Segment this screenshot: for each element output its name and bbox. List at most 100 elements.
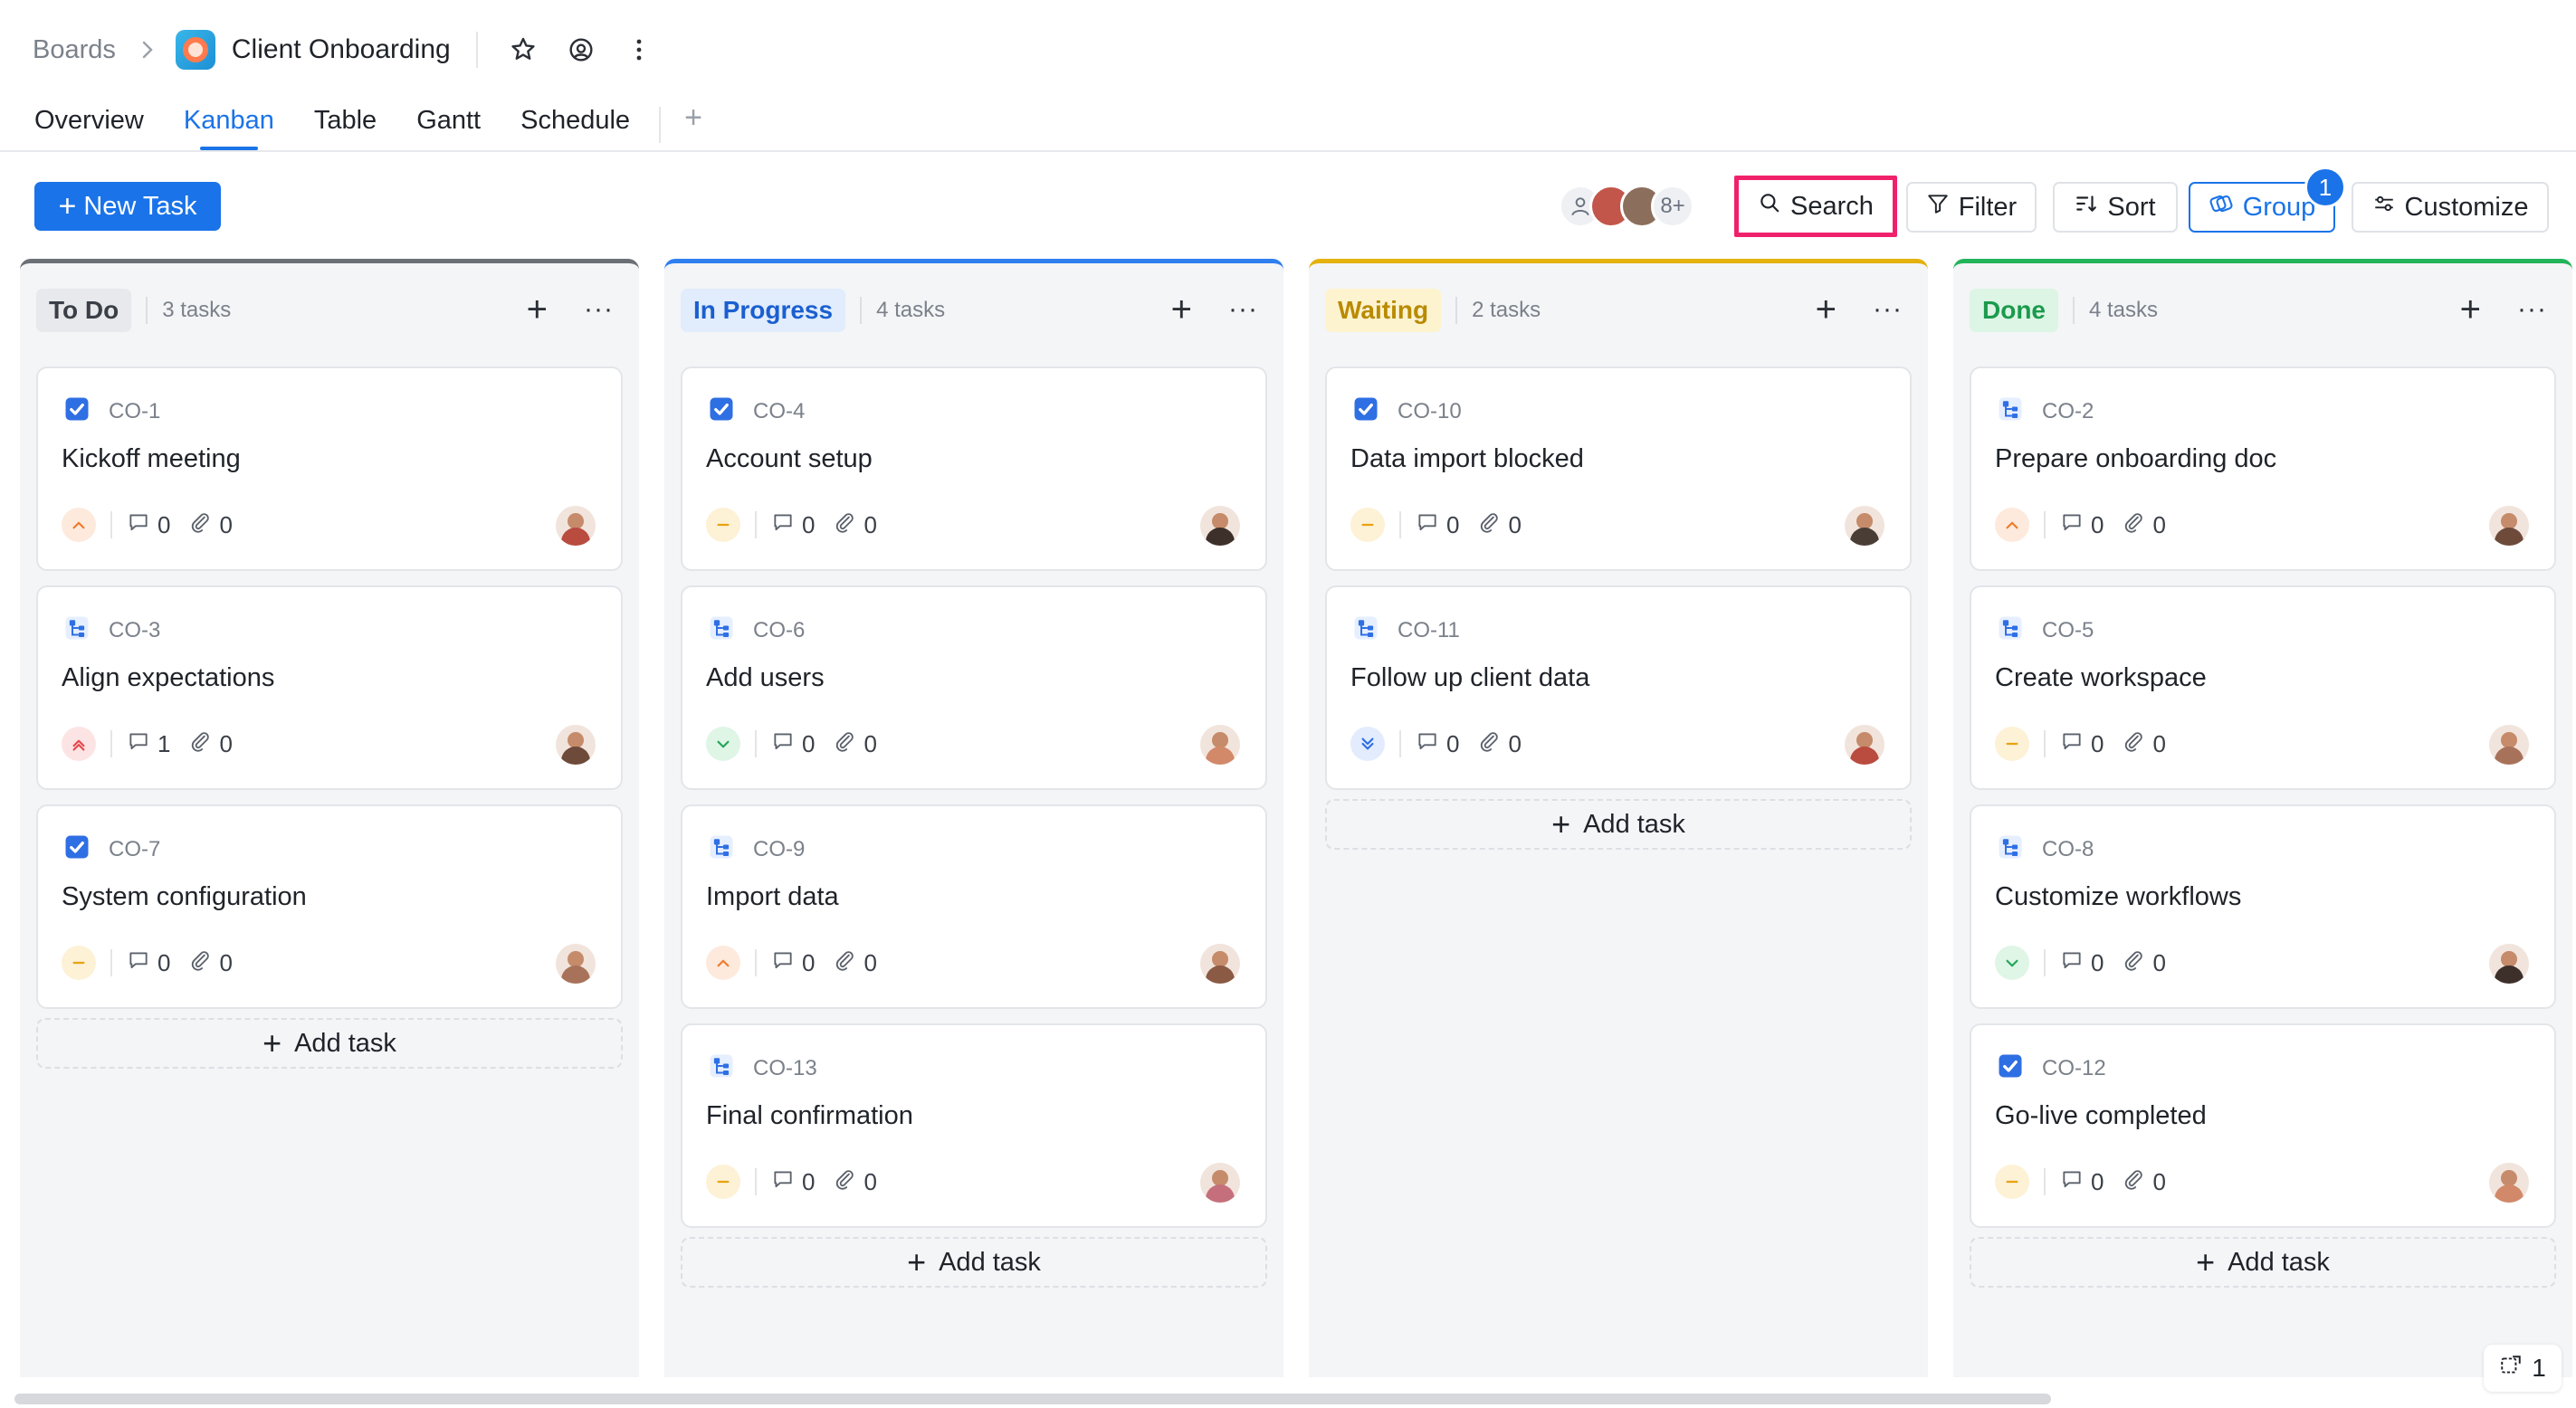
comments-count[interactable]: 0 — [2060, 948, 2104, 978]
tab-gantt[interactable]: Gantt — [416, 100, 481, 150]
more-horizontal-icon[interactable]: ··· — [584, 296, 614, 323]
attachments-count[interactable]: 0 — [833, 729, 877, 759]
attachments-count[interactable]: 0 — [2122, 1167, 2166, 1197]
column-status-label[interactable]: To Do — [36, 289, 132, 332]
comments-count[interactable]: 0 — [1416, 510, 1459, 540]
sort-button[interactable]: Sort — [2053, 182, 2178, 233]
attachments-count[interactable]: 0 — [833, 1167, 877, 1197]
add-card-icon[interactable]: + — [2460, 291, 2481, 328]
add-view-icon[interactable]: + — [684, 100, 702, 136]
comments-count[interactable]: 0 — [1416, 729, 1459, 759]
breadcrumb-boards[interactable]: Boards — [33, 35, 116, 65]
new-task-button[interactable]: + New Task — [34, 182, 221, 231]
column-status-label[interactable]: Waiting — [1325, 289, 1442, 332]
avatar[interactable] — [1200, 506, 1240, 546]
attachments-count[interactable]: 0 — [188, 729, 233, 759]
star-icon[interactable] — [505, 32, 541, 68]
priority-medium-icon[interactable] — [706, 508, 740, 542]
add-task-button[interactable]: + Add task — [1970, 1237, 2556, 1288]
add-task-button[interactable]: + Add task — [1325, 799, 1912, 850]
priority-high-icon[interactable] — [62, 508, 96, 542]
task-card[interactable]: CO-4 Account setup 0 0 — [681, 366, 1267, 571]
comments-count[interactable]: 0 — [2060, 729, 2104, 759]
avatar-body — [1206, 528, 1235, 546]
priority-medium-icon[interactable] — [706, 1165, 740, 1199]
add-card-icon[interactable]: + — [527, 291, 548, 328]
column-status-label[interactable]: Done — [1970, 289, 2058, 332]
task-card[interactable]: CO-9 Import data 0 0 — [681, 804, 1267, 1009]
attachments-count[interactable]: 0 — [2122, 510, 2166, 540]
priority-high-icon[interactable] — [1995, 508, 2029, 542]
add-card-icon[interactable]: + — [1816, 291, 1837, 328]
priority-low-icon[interactable] — [706, 727, 740, 761]
avatar[interactable] — [2489, 944, 2529, 984]
customize-button[interactable]: Customize — [2352, 182, 2549, 233]
comments-count[interactable]: 0 — [771, 729, 815, 759]
task-card[interactable]: CO-6 Add users 0 0 — [681, 585, 1267, 790]
member-avatars[interactable]: 8+ — [1559, 185, 1694, 230]
comments-count[interactable]: 0 — [2060, 510, 2104, 540]
task-card[interactable]: CO-5 Create workspace 0 0 — [1970, 585, 2556, 790]
attachments-count[interactable]: 0 — [833, 948, 877, 978]
add-task-button[interactable]: + Add task — [36, 1018, 623, 1069]
selection-indicator[interactable]: 1 — [2484, 1345, 2562, 1392]
task-card[interactable]: CO-1 Kickoff meeting 0 0 — [36, 366, 623, 571]
attachments-count[interactable]: 0 — [2122, 948, 2166, 978]
avatar[interactable] — [1845, 506, 1884, 546]
add-card-icon[interactable]: + — [1171, 291, 1192, 328]
search-button[interactable]: Search — [1734, 176, 1897, 237]
priority-low-icon[interactable] — [1995, 946, 2029, 980]
task-card[interactable]: CO-2 Prepare onboarding doc 0 0 — [1970, 366, 2556, 571]
tab-table[interactable]: Table — [314, 100, 377, 150]
comments-count[interactable]: 0 — [771, 948, 815, 978]
more-horizontal-icon[interactable]: ··· — [2517, 296, 2547, 323]
avatar[interactable] — [1845, 725, 1884, 765]
attachments-count[interactable]: 0 — [1477, 510, 1522, 540]
comments-count[interactable]: 0 — [771, 510, 815, 540]
tab-schedule[interactable]: Schedule — [520, 100, 630, 150]
task-card[interactable]: CO-11 Follow up client data 0 0 — [1325, 585, 1912, 790]
avatar[interactable] — [556, 725, 596, 765]
filter-button[interactable]: Filter — [1906, 182, 2037, 233]
task-card[interactable]: CO-8 Customize workflows 0 0 — [1970, 804, 2556, 1009]
priority-medium-icon[interactable] — [1995, 727, 2029, 761]
tab-kanban[interactable]: Kanban — [184, 100, 274, 150]
task-card[interactable]: CO-10 Data import blocked 0 0 — [1325, 366, 1912, 571]
avatar[interactable] — [2489, 506, 2529, 546]
watch-icon[interactable] — [563, 32, 599, 68]
tab-overview[interactable]: Overview — [34, 100, 144, 150]
column-status-label[interactable]: In Progress — [681, 289, 846, 332]
comments-count[interactable]: 0 — [2060, 1167, 2104, 1197]
comments-count[interactable]: 1 — [127, 729, 170, 759]
task-card[interactable]: CO-7 System configuration 0 0 — [36, 804, 623, 1009]
attachments-count[interactable]: 0 — [188, 948, 233, 978]
priority-medium-icon[interactable] — [62, 946, 96, 980]
task-card[interactable]: CO-13 Final confirmation 0 0 — [681, 1023, 1267, 1228]
priority-lowest-icon[interactable] — [1350, 727, 1385, 761]
attachments-count[interactable]: 0 — [188, 510, 233, 540]
add-task-button[interactable]: + Add task — [681, 1237, 1267, 1288]
avatar[interactable] — [1200, 725, 1240, 765]
comments-count[interactable]: 0 — [127, 510, 170, 540]
more-horizontal-icon[interactable]: ··· — [1228, 296, 1258, 323]
attachments-count[interactable]: 0 — [833, 510, 877, 540]
priority-medium-icon[interactable] — [1350, 508, 1385, 542]
comments-count[interactable]: 0 — [771, 1167, 815, 1197]
priority-high-icon[interactable] — [706, 946, 740, 980]
more-horizontal-icon[interactable]: ··· — [1873, 296, 1903, 323]
priority-urgent-icon[interactable] — [62, 727, 96, 761]
task-card[interactable]: CO-3 Align expectations 1 0 — [36, 585, 623, 790]
horizontal-scrollbar[interactable] — [14, 1394, 2051, 1404]
task-card[interactable]: CO-12 Go-live completed 0 0 — [1970, 1023, 2556, 1228]
avatar[interactable] — [2489, 1163, 2529, 1203]
priority-medium-icon[interactable] — [1995, 1165, 2029, 1199]
avatar[interactable] — [1200, 944, 1240, 984]
more-vertical-icon[interactable] — [621, 32, 657, 68]
avatar[interactable] — [556, 506, 596, 546]
avatar[interactable] — [556, 944, 596, 984]
attachments-count[interactable]: 0 — [1477, 729, 1522, 759]
attachments-count[interactable]: 0 — [2122, 729, 2166, 759]
avatar[interactable] — [2489, 725, 2529, 765]
avatar[interactable] — [1200, 1163, 1240, 1203]
comments-count[interactable]: 0 — [127, 948, 170, 978]
